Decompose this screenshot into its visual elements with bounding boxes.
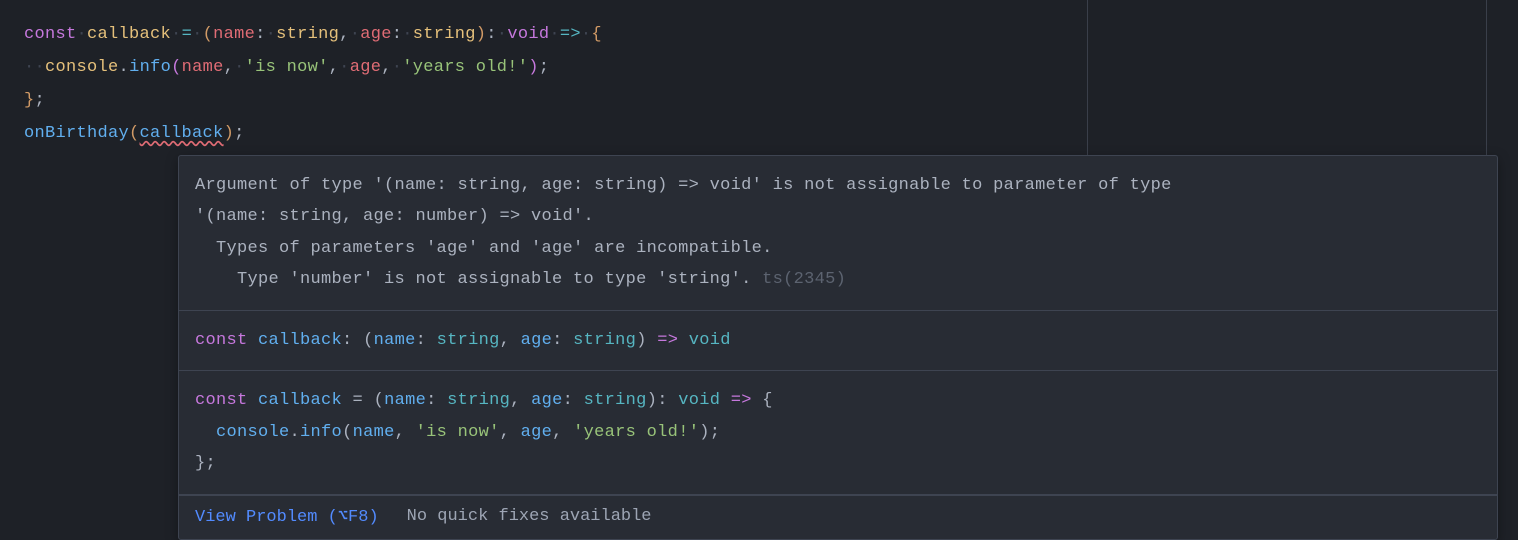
code-line: ··console.info(name,·'is now',·age,·'yea… [24,51,1518,84]
error-message-section: Argument of type '(name: string, age: st… [179,156,1497,311]
code-line: const·callback·=·(name:·string,·age:·str… [24,18,1518,51]
signature-section: const callback: (name: string, age: stri… [179,311,1497,371]
error-text: Argument of type '(name: string, age: st… [195,170,1481,201]
code-line: onBirthday(callback); [24,117,1518,150]
hover-tooltip: Argument of type '(name: string, age: st… [178,155,1498,540]
view-problem-link[interactable]: View Problem (⌥F8) [195,506,379,527]
code-line: }; [24,84,1518,117]
definition-section: const callback = (name: string, age: str… [179,371,1497,494]
error-token[interactable]: callback [140,124,224,143]
hover-footer: View Problem (⌥F8) No quick fixes availa… [179,495,1497,539]
code-editor[interactable]: const·callback·=·(name:·string,·age:·str… [0,0,1518,151]
error-code: ts(2345) [762,270,846,289]
no-quickfix-text: No quick fixes available [407,507,652,526]
